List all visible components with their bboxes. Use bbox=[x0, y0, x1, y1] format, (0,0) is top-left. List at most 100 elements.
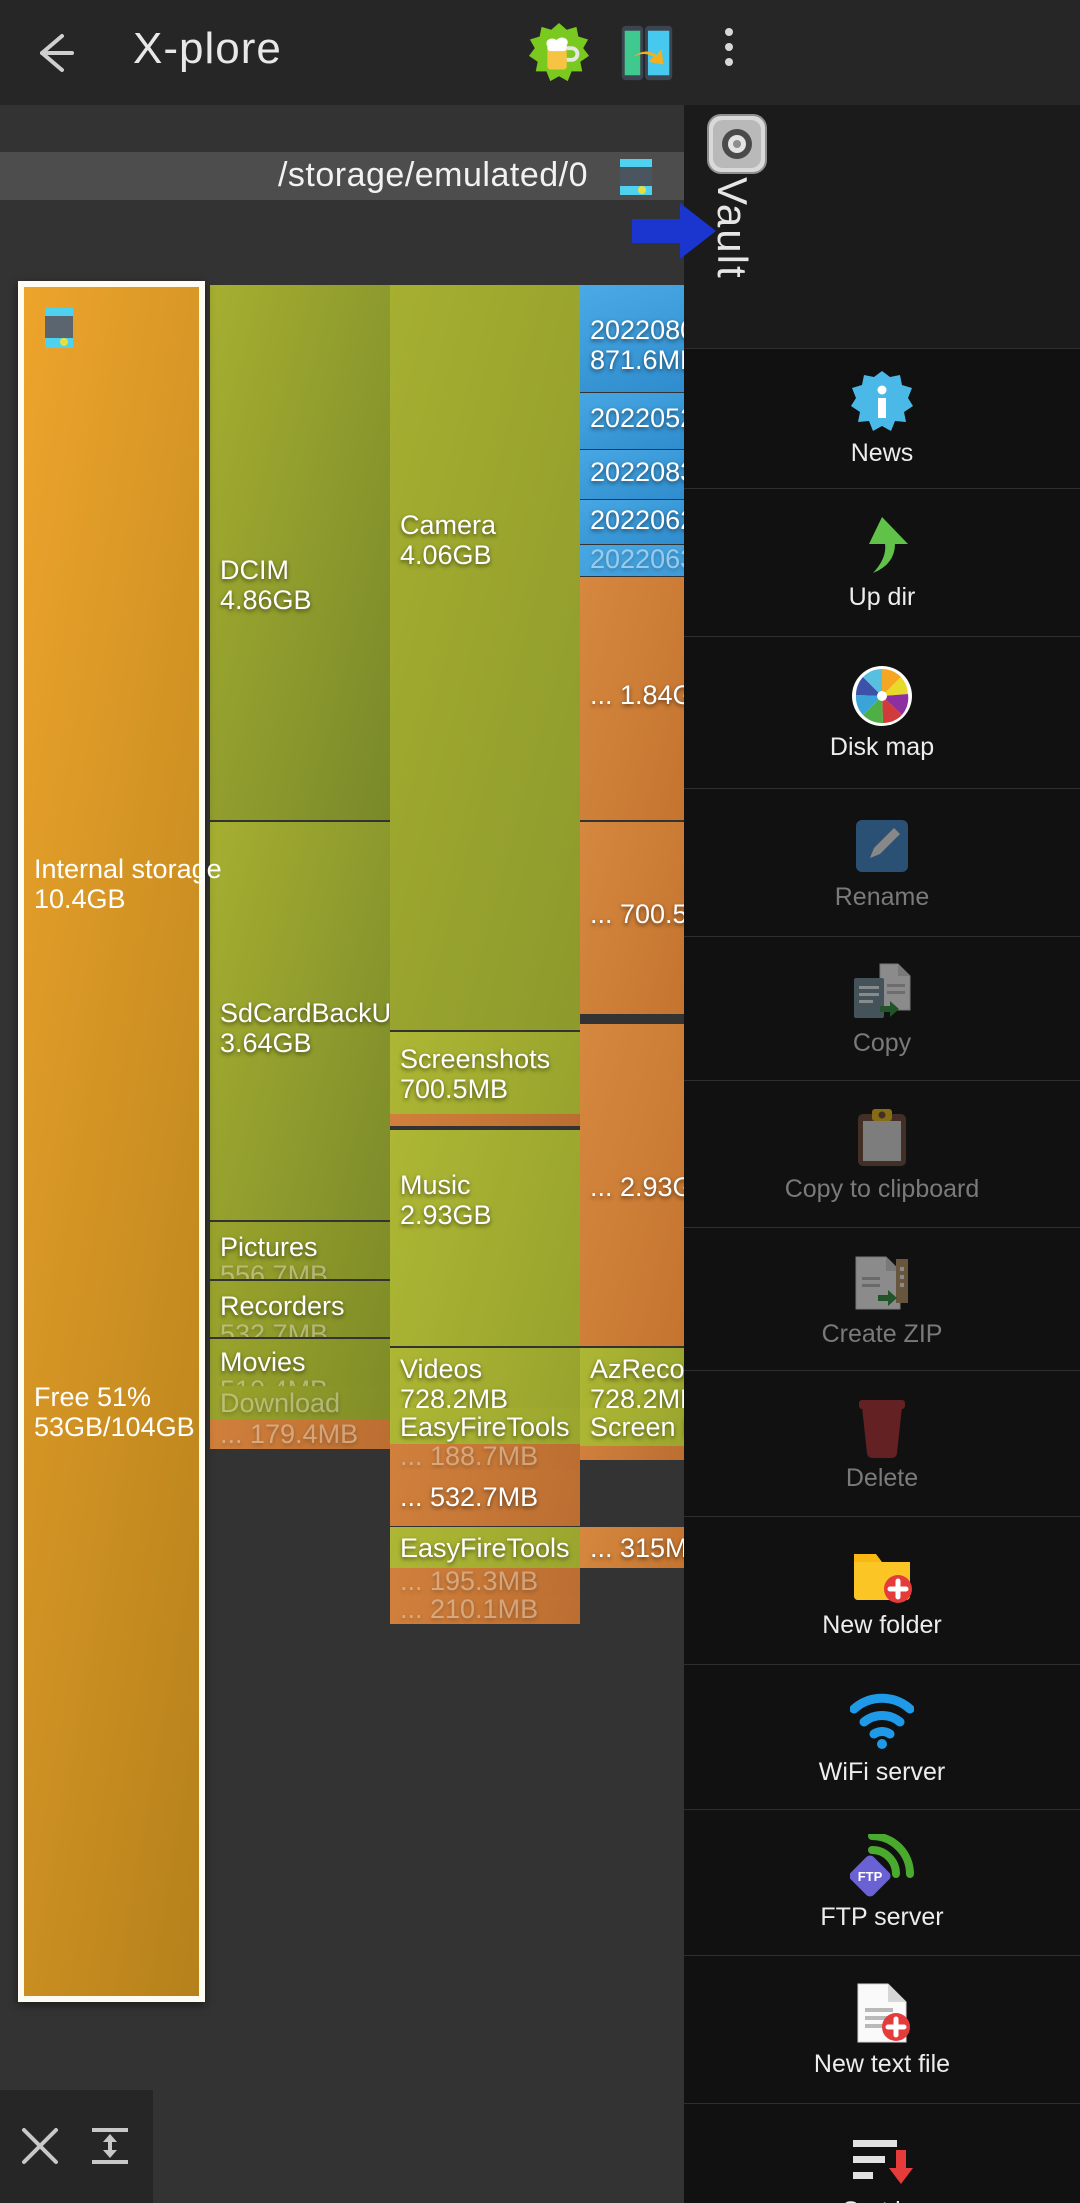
treemap-tile-screenshots[interactable]: Screenshots 700.5MB bbox=[390, 1032, 580, 1114]
sidebar-item-label: New folder bbox=[822, 1611, 942, 1639]
treemap-tile-download-210[interactable]: ... 210.1MB bbox=[390, 1596, 580, 1624]
up-arrow-icon bbox=[869, 517, 908, 573]
treemap-tile-sdcard-rest[interactable]: ... 2.93GB bbox=[580, 1024, 684, 1346]
fit-vertical-icon[interactable] bbox=[84, 2120, 136, 2172]
treemap-tile-videos[interactable]: Videos 728.2MB bbox=[390, 1348, 580, 1408]
treemap-tile-20220831[interactable]: 20220831_ bbox=[580, 450, 684, 499]
tile-label: 20220520 bbox=[590, 403, 684, 433]
sidebar-item-label: New text file bbox=[813, 2050, 951, 2078]
current-path: /storage/emulated/0 bbox=[277, 156, 588, 194]
free-space-percent: Free 51% bbox=[34, 1382, 152, 1412]
treemap-tile-screen-recorder[interactable]: Screen Recorder bbox=[580, 1408, 684, 1446]
treemap-tile-recorders-rest[interactable]: ... 532.7MB bbox=[390, 1470, 580, 1526]
copy-documents-icon bbox=[854, 963, 911, 1018]
treemap-tile-screenrec-rest[interactable] bbox=[580, 1446, 684, 1460]
sidebar-item-copy-to-clipboard[interactable]: Copy to clipboard bbox=[684, 1080, 1080, 1227]
svg-text:FTP: FTP bbox=[858, 1869, 883, 1884]
treemap-tile-eft2-rest[interactable]: ... 195.3MB bbox=[390, 1568, 580, 1596]
sidebar-item-new-text-file[interactable]: New text file bbox=[684, 1955, 1080, 2103]
tile-label: Movies bbox=[220, 1347, 306, 1377]
beer-donate-icon[interactable] bbox=[528, 22, 590, 84]
zip-archive-icon bbox=[855, 1256, 908, 1309]
bottom-toolbar bbox=[0, 2090, 153, 2203]
path-bar[interactable]: /storage/emulated/0 bbox=[0, 152, 684, 200]
treemap-tile-download[interactable]: Download bbox=[210, 1386, 390, 1419]
treemap-tile-20220520[interactable]: 20220520 bbox=[580, 393, 684, 449]
right-sidebar: Vault News Up dir Disk map Rename Copy C… bbox=[632, 105, 1080, 2203]
treemap-tile-easyfiretools-2[interactable]: EasyFireTools bbox=[390, 1527, 580, 1568]
tile-label: Screen Recorder bbox=[590, 1412, 684, 1442]
pencil-icon bbox=[856, 820, 908, 872]
treemap-tile-download-rest[interactable]: ... 179.4MB bbox=[210, 1419, 390, 1449]
vault-lock-icon[interactable] bbox=[706, 113, 768, 175]
sidebar-item-label: WiFi server bbox=[818, 1757, 946, 1786]
blue-right-arrow-icon[interactable] bbox=[632, 203, 716, 259]
tile-label: SdCardBackUp bbox=[220, 998, 390, 1028]
tile-size: 4.06GB bbox=[400, 540, 492, 570]
tile-size: ... 315MB bbox=[590, 1533, 684, 1563]
sidebar-item-ftp-server[interactable]: FTP FTP server bbox=[684, 1809, 1080, 1955]
tile-label: Camera bbox=[400, 510, 497, 540]
app-root: X-plore /storage/emulated/0 DCIM 4.86GB … bbox=[0, 0, 1080, 2203]
treemap-tile-sdcardbackup[interactable]: SdCardBackUp 3.64GB bbox=[210, 822, 390, 1220]
sidebar-item-news[interactable]: News bbox=[684, 348, 1080, 488]
overflow-menu-icon[interactable] bbox=[712, 28, 746, 80]
tile-size: 2.93GB bbox=[400, 1200, 492, 1230]
treemap-tile-eft1-rest[interactable]: ... 188.7MB bbox=[390, 1444, 580, 1470]
tile-size: 4.86GB bbox=[220, 585, 312, 615]
treemap-tile-recorders[interactable]: Recorders 532.7MB bbox=[210, 1281, 390, 1337]
sidebar-item-sort-by[interactable]: Sort by bbox=[684, 2103, 1080, 2203]
tile-size: ... 179.4MB bbox=[220, 1419, 359, 1449]
sidebar-item-wifi-server[interactable]: WiFi server bbox=[684, 1664, 1080, 1809]
treemap-tile-camera[interactable]: Camera 4.06GB bbox=[390, 285, 580, 1030]
sidebar-item-copy[interactable]: Copy bbox=[684, 936, 1080, 1080]
close-icon[interactable] bbox=[14, 2120, 66, 2172]
sort-icon bbox=[853, 2139, 913, 2184]
tile-size: ... 195.3MB bbox=[400, 1568, 539, 1596]
tile-size: ... 2.93GB bbox=[590, 1172, 684, 1202]
treemap-tile-pictures[interactable]: Pictures 556.7MB bbox=[210, 1222, 390, 1279]
sidebar-item-disk-map[interactable]: Disk map bbox=[684, 636, 1080, 788]
treemap-tile-camera-rest[interactable]: ... 700.5MB bbox=[580, 822, 684, 1014]
treemap-tile-20220620[interactable]: 20220620 bbox=[580, 500, 684, 544]
tile-size: 3.64GB bbox=[220, 1028, 312, 1058]
tile-label: Download bbox=[220, 1388, 341, 1418]
ftp-icon: FTP bbox=[850, 1834, 914, 1897]
transfer-device-icon[interactable] bbox=[616, 22, 678, 84]
back-arrow-icon[interactable] bbox=[30, 28, 80, 78]
tile-label: 20220620 bbox=[590, 505, 684, 535]
treemap-tile-easyfiretools-1[interactable]: EasyFireTools bbox=[390, 1408, 580, 1444]
tile-label: Recorders bbox=[220, 1291, 345, 1321]
trash-icon bbox=[859, 1400, 905, 1458]
treemap-tile-20220630[interactable]: 20220630 bbox=[580, 545, 684, 576]
tile-label: AzRecorder bbox=[590, 1354, 684, 1384]
tile-label: 20220630 bbox=[590, 545, 684, 574]
app-header: X-plore bbox=[0, 0, 1080, 105]
sidebar-item-delete[interactable]: Delete bbox=[684, 1370, 1080, 1516]
vault-panel[interactable]: Vault bbox=[632, 105, 1080, 348]
treemap-tile-movies[interactable]: Movies 510.4MB bbox=[210, 1339, 390, 1393]
tile-label: Music bbox=[400, 1170, 471, 1200]
tile-size: 700.5MB bbox=[400, 1074, 509, 1104]
sidebar-item-label: Copy bbox=[852, 1029, 912, 1057]
disk-map-treemap[interactable]: DCIM 4.86GB SdCardBackUp 3.64GB Pictures… bbox=[0, 200, 684, 2090]
treemap-tile-dcim-rest[interactable]: ... 1.84GB bbox=[580, 577, 684, 820]
treemap-tile-movies-rest[interactable]: ... 315MB bbox=[580, 1527, 684, 1568]
sidebar-item-rename[interactable]: Rename bbox=[684, 788, 1080, 936]
treemap-tile-screenshots-rest[interactable] bbox=[390, 1114, 580, 1126]
sidebar-item-label: FTP server bbox=[820, 1903, 944, 1931]
treemap-tile-internal-storage[interactable]: Internal storage 10.4GB Free 51% 53GB/10… bbox=[18, 281, 222, 2002]
free-space-capacity: 53GB/104GB bbox=[34, 1412, 195, 1442]
treemap-tile-azrecorder[interactable]: AzRecorder 728.2MB bbox=[580, 1348, 684, 1408]
treemap-tile-20220804[interactable]: 20220804 871.6MB bbox=[580, 285, 684, 392]
tile-size: ... 188.7MB bbox=[400, 1444, 539, 1470]
treemap-tile-music[interactable]: Music 2.93GB bbox=[390, 1130, 580, 1346]
treemap-tile-dcim[interactable]: DCIM 4.86GB bbox=[210, 285, 390, 820]
tile-size: 532.7MB bbox=[220, 1319, 329, 1337]
sidebar-item-up-dir[interactable]: Up dir bbox=[684, 488, 1080, 636]
tile-label: Screenshots bbox=[400, 1044, 551, 1074]
tile-size: 728.2MB bbox=[590, 1384, 684, 1408]
internal-storage-icon bbox=[45, 308, 73, 348]
sidebar-item-create-zip[interactable]: Create ZIP bbox=[684, 1227, 1080, 1370]
sidebar-item-new-folder[interactable]: New folder bbox=[684, 1516, 1080, 1664]
